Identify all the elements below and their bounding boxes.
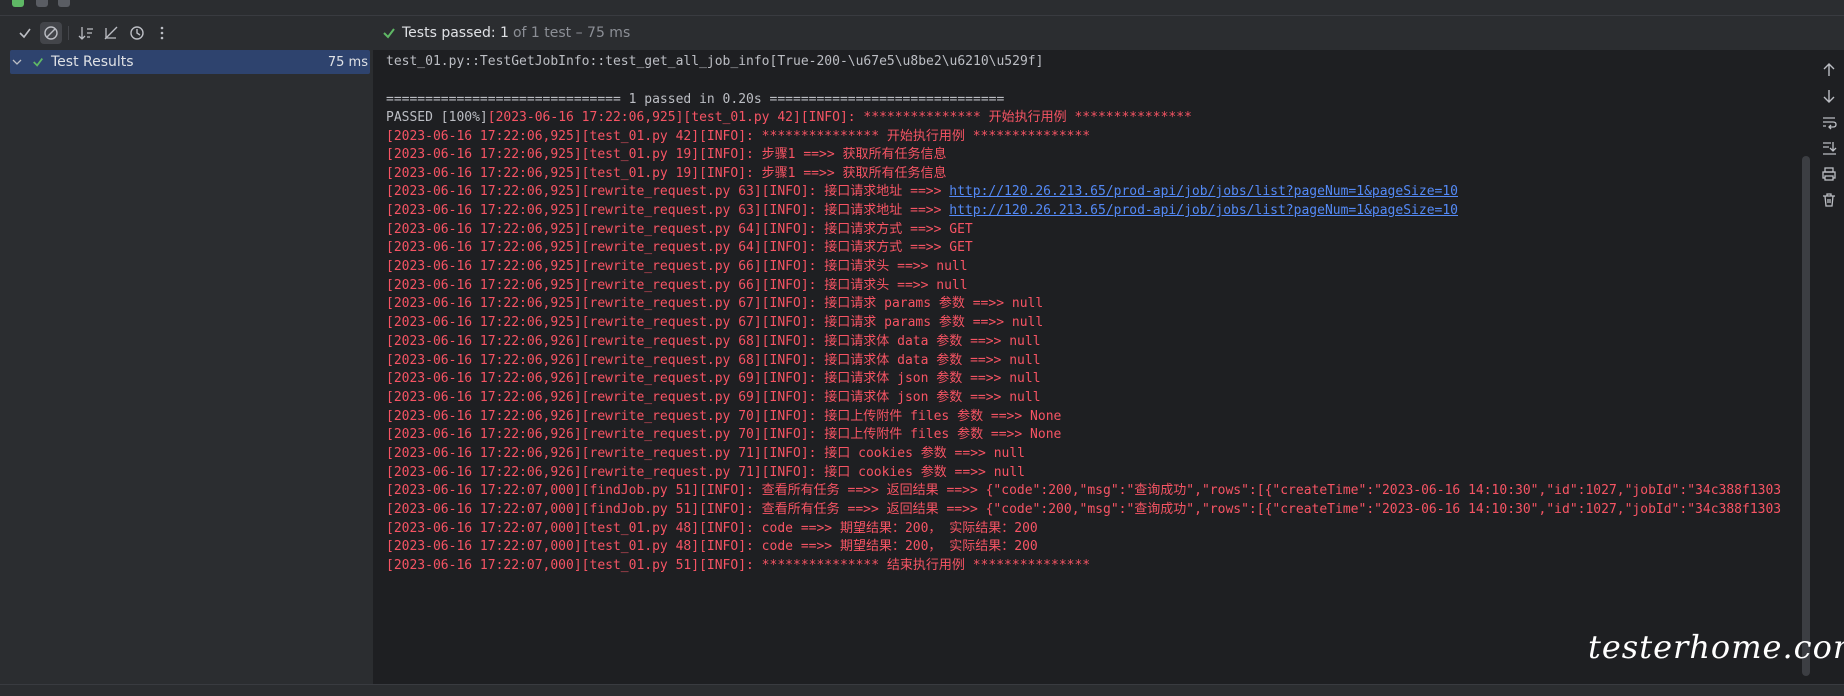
tree-item-label: Test Results [51, 54, 134, 70]
passed-prefix: PASSED [100%] [386, 110, 488, 125]
more-options-button[interactable] [151, 22, 173, 44]
log-line: [2023-06-16 17:22:07,000][test_01.py 51]… [386, 558, 1091, 573]
watermark: testerhome.com [1588, 628, 1844, 666]
console-toolbar [1814, 50, 1844, 684]
stop-icon[interactable] [58, 0, 70, 7]
check-pass-icon [383, 28, 395, 39]
trash-icon[interactable] [1821, 192, 1837, 208]
test-tree-panel: Test Results 75 ms [0, 50, 374, 684]
log-text: [2023-06-16 17:22:06,925][rewrite_reques… [386, 184, 950, 199]
check-pass-icon [33, 58, 43, 67]
soft-wrap-icon[interactable] [1821, 114, 1837, 130]
show-passed-button[interactable] [14, 22, 36, 44]
block-icon [44, 26, 58, 40]
test-status-header: Tests passed: 1 of 1 test – 75 ms [374, 16, 1844, 50]
console-output[interactable]: test_01.py::TestGetJobInfo::test_get_all… [374, 50, 1814, 684]
console-scrollbar[interactable] [1802, 156, 1810, 676]
debug-icon[interactable] [36, 0, 48, 7]
sort-button[interactable] [75, 22, 97, 44]
collapse-all-button[interactable] [100, 22, 122, 44]
log-line: [2023-06-16 17:22:06,925][test_01.py 42]… [487, 110, 1192, 125]
print-icon[interactable] [1821, 166, 1837, 182]
tests-count-duration: of 1 test – 75 ms [512, 25, 631, 41]
arrow-down-icon[interactable] [1821, 88, 1837, 104]
console-test-header: test_01.py::TestGetJobInfo::test_get_all… [386, 54, 1044, 69]
tree-item-duration: 75 ms [327, 54, 368, 70]
collapse-icon [104, 26, 118, 40]
arrow-up-icon[interactable] [1821, 62, 1837, 78]
log-text: [2023-06-16 17:22:06,925][rewrite_reques… [386, 203, 950, 218]
request-url-link[interactable]: http://120.26.213.65/prod-api/job/jobs/l… [949, 203, 1458, 218]
bottom-status-bar [0, 684, 1844, 696]
run-icon[interactable] [12, 0, 24, 7]
checkmark-icon [19, 28, 31, 39]
history-icon [130, 26, 144, 40]
more-icon [160, 26, 164, 40]
scroll-to-end-icon[interactable] [1821, 140, 1837, 156]
request-url-link[interactable]: http://120.26.213.65/prod-api/job/jobs/l… [949, 184, 1458, 199]
test-toolbar [0, 16, 374, 50]
show-ignored-button[interactable] [40, 22, 62, 44]
history-button[interactable] [126, 22, 148, 44]
chevron-down-icon[interactable] [12, 57, 22, 67]
sort-icon [78, 27, 93, 40]
top-strip [0, 0, 1844, 16]
tree-item-test-results[interactable]: Test Results 75 ms [10, 50, 370, 74]
tests-passed-label: Tests passed: 1 [402, 25, 509, 41]
toolbar-divider [68, 26, 69, 40]
